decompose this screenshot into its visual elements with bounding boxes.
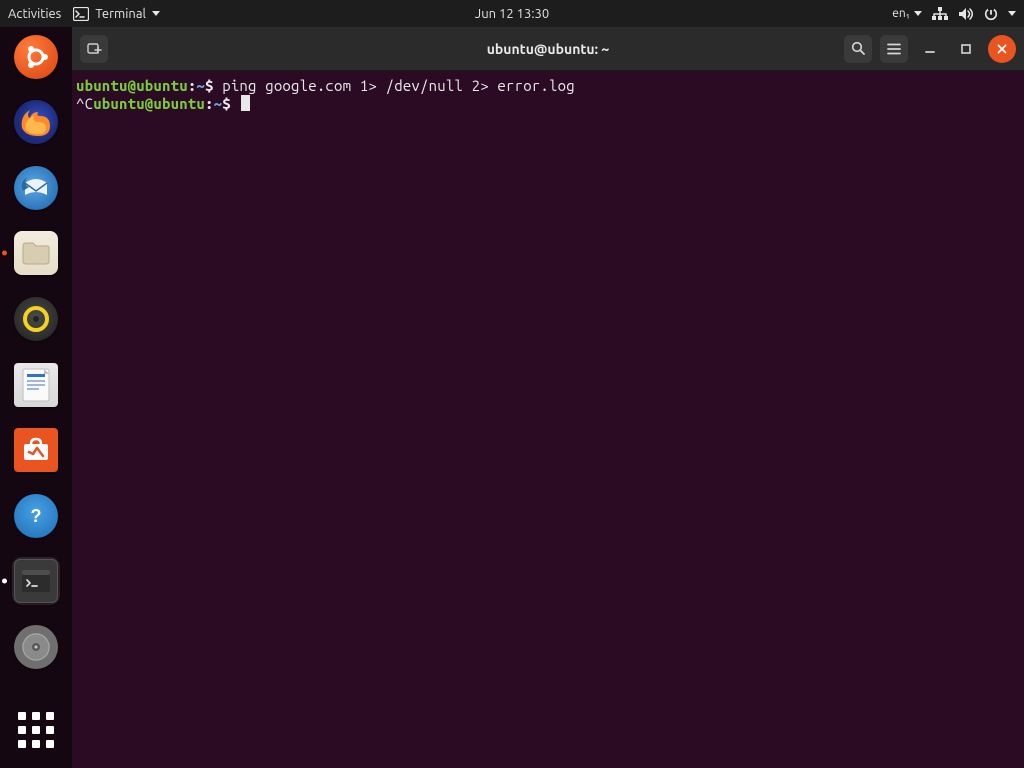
network-icon[interactable] bbox=[932, 7, 948, 21]
files-icon bbox=[14, 231, 58, 275]
chevron-down-icon bbox=[914, 11, 922, 16]
ubuntu-software-icon bbox=[14, 428, 58, 472]
svg-text:?: ? bbox=[31, 506, 42, 526]
new-tab-icon bbox=[86, 41, 102, 57]
hamburger-menu-button[interactable] bbox=[880, 35, 908, 63]
ubuntu-dock: ? bbox=[0, 27, 72, 768]
minimize-icon bbox=[924, 43, 936, 55]
apps-grid-icon bbox=[18, 712, 54, 748]
minimize-button[interactable] bbox=[916, 35, 944, 63]
dock-item-firefox[interactable] bbox=[12, 99, 60, 147]
activities-button[interactable]: Activities bbox=[8, 7, 61, 21]
dock-item-removable-disk[interactable] bbox=[12, 623, 60, 671]
close-icon bbox=[996, 43, 1008, 55]
chevron-down-icon bbox=[152, 11, 160, 16]
app-menu[interactable]: Terminal bbox=[73, 7, 160, 21]
new-tab-button[interactable] bbox=[80, 35, 108, 63]
dock-item-help[interactable]: ? bbox=[12, 492, 60, 540]
dock-item-libreoffice-writer[interactable] bbox=[12, 361, 60, 409]
volume-icon[interactable] bbox=[958, 7, 974, 21]
maximize-button[interactable] bbox=[952, 35, 980, 63]
search-button[interactable] bbox=[844, 35, 872, 63]
dock-item-rhythmbox[interactable] bbox=[12, 295, 60, 343]
terminal-icon bbox=[73, 7, 89, 21]
close-button[interactable] bbox=[988, 35, 1016, 63]
search-icon bbox=[851, 41, 866, 56]
dock-item-thunderbird[interactable] bbox=[12, 164, 60, 212]
show-applications-button[interactable] bbox=[12, 706, 60, 754]
hamburger-icon bbox=[887, 43, 901, 55]
dock-item-ubuntu-software[interactable] bbox=[12, 426, 60, 474]
gnome-top-bar: Activities Terminal Jun 12 13:30 en₁ bbox=[0, 0, 1024, 27]
cursor bbox=[241, 95, 250, 111]
dock-item-places[interactable] bbox=[12, 33, 60, 81]
terminal-window: ubuntu@ubuntu: ~ ubuntu@ubuntu:~$ ping g… bbox=[72, 27, 1024, 768]
window-titlebar: ubuntu@ubuntu: ~ bbox=[72, 27, 1024, 71]
ubuntu-logo-icon bbox=[14, 35, 58, 79]
thunderbird-icon bbox=[14, 166, 58, 210]
dock-item-terminal[interactable] bbox=[12, 557, 60, 605]
dock-item-files[interactable] bbox=[12, 230, 60, 278]
terminal-line: ubuntu@ubuntu:~$ ping google.com 1> /dev… bbox=[76, 77, 1020, 95]
terminal-line: ^Cubuntu@ubuntu:~$ bbox=[76, 95, 1020, 113]
disk-icon bbox=[14, 625, 58, 669]
terminal-app-icon bbox=[14, 559, 58, 603]
help-icon: ? bbox=[14, 494, 58, 538]
window-title: ubuntu@ubuntu: ~ bbox=[487, 41, 610, 57]
libreoffice-writer-icon bbox=[14, 363, 58, 407]
maximize-icon bbox=[960, 43, 972, 55]
terminal-body[interactable]: ubuntu@ubuntu:~$ ping google.com 1> /dev… bbox=[72, 71, 1024, 768]
firefox-icon bbox=[14, 100, 58, 144]
input-source-indicator[interactable]: en₁ bbox=[892, 7, 922, 20]
power-icon[interactable] bbox=[984, 7, 998, 21]
clock[interactable]: Jun 12 13:30 bbox=[475, 7, 549, 21]
rhythmbox-icon bbox=[14, 297, 58, 341]
system-menu-chevron-icon[interactable] bbox=[1008, 11, 1016, 16]
app-menu-label: Terminal bbox=[95, 7, 146, 21]
